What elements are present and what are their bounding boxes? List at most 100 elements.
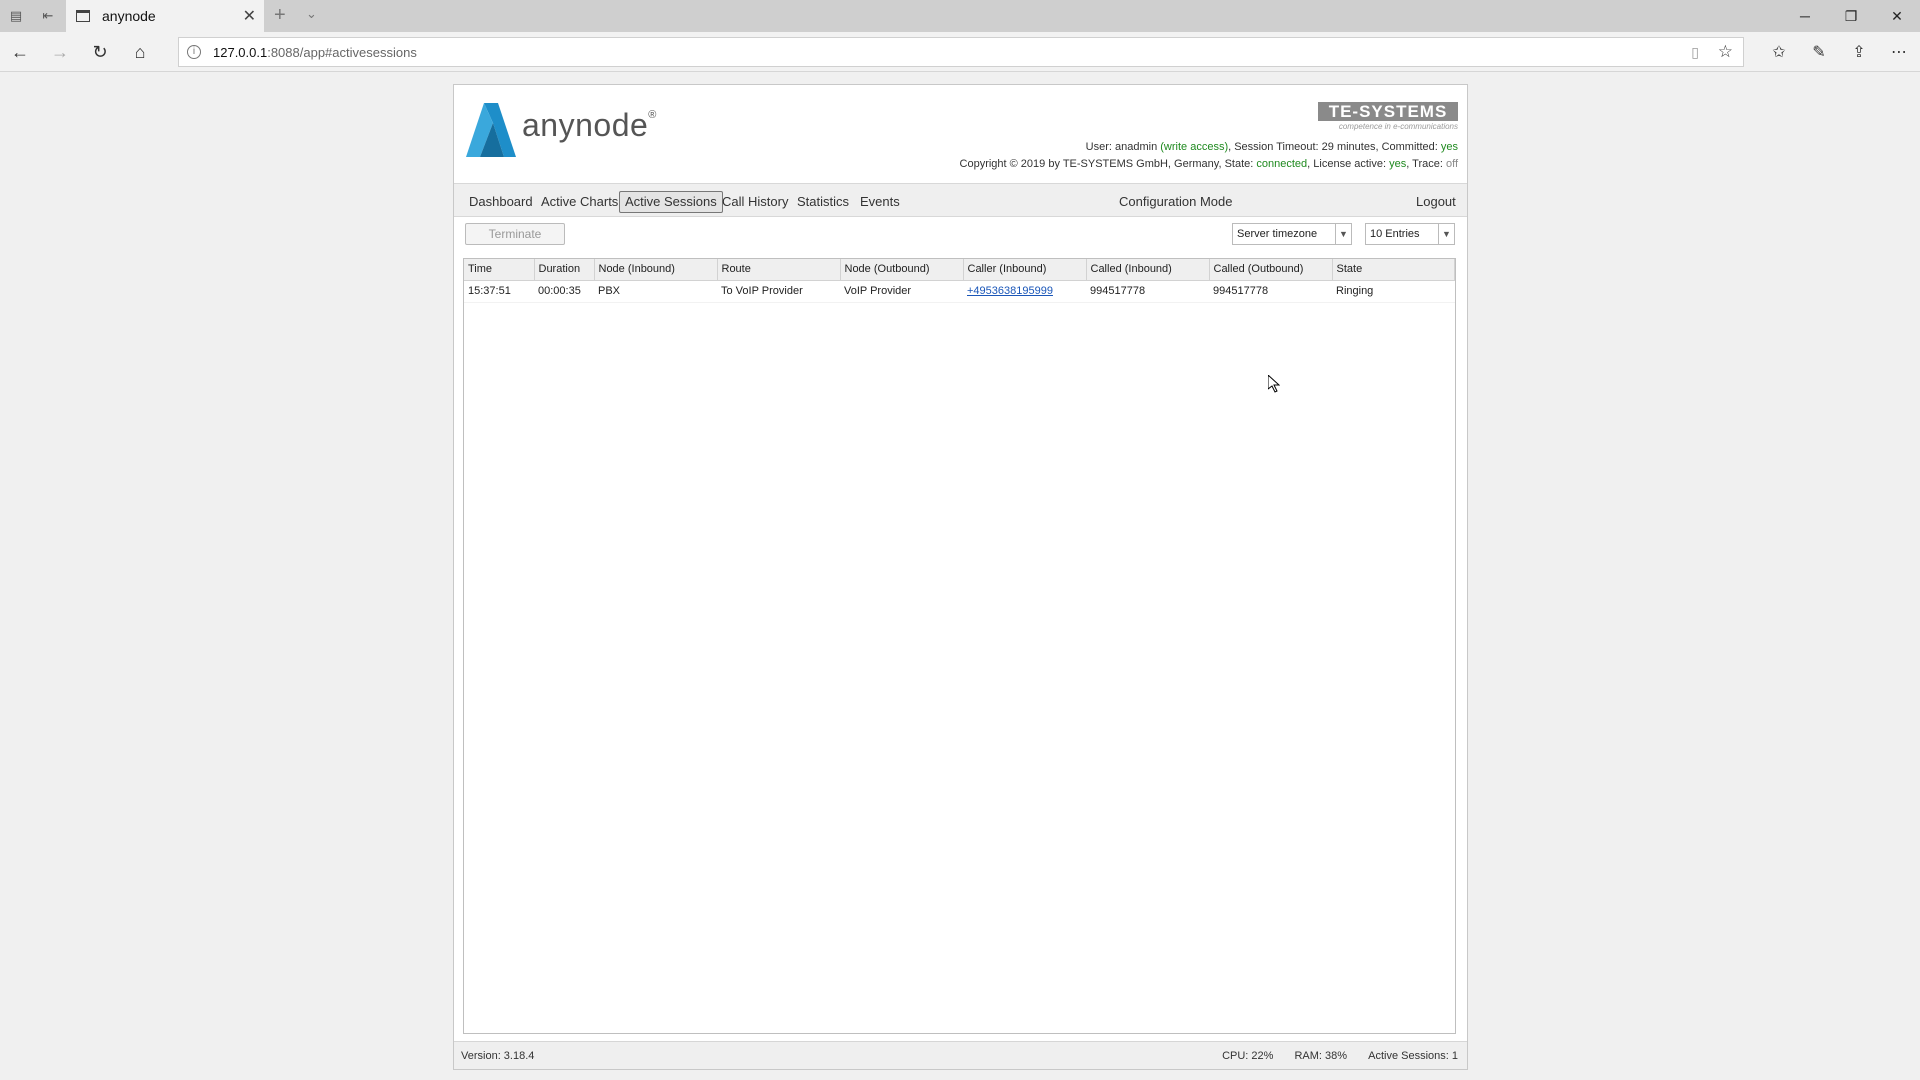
menu-configuration-mode[interactable]: Configuration Mode (1113, 191, 1238, 213)
menu-active-charts[interactable]: Active Charts (535, 191, 624, 213)
column-header[interactable]: Time (464, 259, 535, 281)
cell-time: 15:37:51 (464, 280, 534, 303)
menu-logout[interactable]: Logout (1410, 191, 1462, 213)
state-label: , State: (1218, 158, 1257, 170)
url-text: 127.0.0.1:8088/app#activesessions (213, 45, 417, 60)
cell-node-outbound: VoIP Provider (840, 280, 963, 303)
forward-icon[interactable]: → (48, 40, 72, 64)
chevron-down-icon[interactable]: ⌄ (306, 6, 317, 22)
close-tab-icon[interactable]: ✕ (243, 6, 256, 26)
tab-title: anynode (102, 8, 156, 24)
timezone-value: Server timezone (1237, 228, 1318, 240)
trace-label: , Trace: (1406, 158, 1446, 170)
active-sessions-count: Active Sessions: 1 (1368, 1050, 1458, 1062)
tab-set-aside-icon[interactable]: ▤ (6, 6, 26, 26)
entries-value: 10 Entries (1370, 228, 1420, 240)
menu-call-history[interactable]: Call History (716, 191, 794, 213)
table-row[interactable]: 15:37:51 00:00:35 PBX To VoIP Provider V… (464, 280, 1455, 303)
session-timeout: 29 minutes (1321, 141, 1376, 153)
resource-stats: CPU: 22% RAM: 38% Active Sessions: 1 (1204, 1050, 1458, 1062)
timeout-label: , Session Timeout: (1228, 141, 1322, 153)
browser-tab[interactable]: anynode ✕ (66, 0, 264, 32)
entries-select[interactable]: 10 Entries ▼ (1365, 223, 1455, 245)
favorites-icon[interactable]: ✩ (1766, 40, 1792, 64)
license-label: , License active: (1307, 158, 1390, 170)
column-header[interactable]: Caller (Inbound) (963, 259, 1087, 281)
brand-name: anynode® (522, 107, 657, 144)
caller-link[interactable]: +4953638195999 (967, 285, 1053, 297)
cell-caller-inbound: +4953638195999 (963, 280, 1086, 303)
menu-dashboard[interactable]: Dashboard (463, 191, 539, 213)
cell-duration: 00:00:35 (534, 280, 594, 303)
column-header[interactable]: State (1332, 259, 1455, 281)
menu-statistics[interactable]: Statistics (791, 191, 855, 213)
company-tagline: competence in e-communications (1338, 122, 1458, 131)
brand-mark: ® (648, 109, 657, 121)
column-header[interactable]: Node (Inbound) (594, 259, 718, 281)
more-icon[interactable]: ⋯ (1886, 40, 1912, 64)
cell-called-outbound: 994517778 (1209, 280, 1332, 303)
favorite-star-icon[interactable]: ☆ (1718, 42, 1733, 62)
browser-nav-bar: ← → ↻ ⌂ i 127.0.0.1:8088/app#activesessi… (0, 32, 1920, 72)
restore-icon[interactable]: ❐ (1828, 0, 1874, 32)
committed-value: yes (1440, 141, 1458, 153)
active-sessions-table: Time Duration Node (Inbound) Route Node … (464, 259, 1455, 303)
app-header: anynode® TE-SYSTEMS competence in e-comm… (454, 85, 1467, 183)
session-status-line: User: anadmin (write access), Session Ti… (1086, 141, 1458, 153)
share-icon[interactable]: ⇪ (1846, 40, 1872, 64)
tabs-aside-icon[interactable]: ⇤ (38, 6, 58, 26)
version-label: Version: 3.18.4 (461, 1050, 535, 1062)
chevron-down-icon: ▼ (1438, 224, 1454, 244)
table-header-row: Time Duration Node (Inbound) Route Node … (464, 259, 1455, 281)
connection-state: connected (1256, 158, 1308, 170)
sessions-toolbar: Terminate Server timezone ▼ 10 Entries ▼ (454, 217, 1467, 253)
browser-tab-bar: ▤ ⇤ anynode ✕ + ⌄ ─ ❐ ✕ (0, 0, 1920, 32)
minimize-icon[interactable]: ─ (1782, 0, 1828, 32)
menu-active-sessions[interactable]: Active Sessions (619, 191, 723, 213)
pen-icon[interactable]: ✎ (1806, 40, 1832, 64)
access-level: (write access) (1160, 141, 1229, 153)
anynode-logo-icon (466, 103, 516, 157)
cell-called-inbound: 994517778 (1086, 280, 1209, 303)
refresh-icon[interactable]: ↻ (88, 40, 112, 64)
new-tab-icon[interactable]: + (274, 4, 286, 27)
url-host: 127.0.0.1 (213, 45, 268, 60)
company-name: TE-SYSTEMS (1318, 102, 1458, 121)
copyright: Copyright © 2019 by TE-SYSTEMS GmbH, Ger… (959, 158, 1219, 170)
anynode-app: anynode® TE-SYSTEMS competence in e-comm… (453, 84, 1468, 1070)
brand-text: anynode (522, 107, 649, 143)
page-viewport: anynode® TE-SYSTEMS competence in e-comm… (0, 73, 1920, 1080)
cell-node-inbound: PBX (594, 280, 717, 303)
sessions-table-container: Time Duration Node (Inbound) Route Node … (463, 258, 1456, 1034)
address-bar[interactable]: i 127.0.0.1:8088/app#activesessions ▯ ☆ (178, 37, 1744, 67)
column-header[interactable]: Called (Outbound) (1209, 259, 1333, 281)
terminate-button[interactable]: Terminate (465, 223, 565, 245)
url-path: :8088/app#activesessions (267, 45, 417, 60)
back-icon[interactable]: ← (8, 40, 32, 64)
mouse-cursor-icon (1268, 375, 1280, 393)
cpu-usage: CPU: 22% (1222, 1050, 1274, 1062)
reading-view-icon[interactable]: ▯ (1691, 44, 1699, 61)
menu-events[interactable]: Events (854, 191, 906, 213)
user-name: anadmin (1115, 141, 1158, 153)
column-header[interactable]: Route (717, 259, 841, 281)
te-systems-logo: TE-SYSTEMS competence in e-communication… (1318, 102, 1458, 132)
close-window-icon[interactable]: ✕ (1874, 0, 1920, 32)
committed-label: , Committed: (1375, 141, 1441, 153)
home-icon[interactable]: ⌂ (128, 40, 152, 64)
trace-value: off (1445, 158, 1458, 170)
license-value: yes (1389, 158, 1407, 170)
cell-state: Ringing (1332, 280, 1455, 303)
info-icon[interactable]: i (187, 45, 201, 59)
user-label: User: (1085, 141, 1115, 153)
system-status-line: Copyright © 2019 by TE-SYSTEMS GmbH, Ger… (960, 158, 1458, 170)
ram-usage: RAM: 38% (1294, 1050, 1348, 1062)
cell-route: To VoIP Provider (717, 280, 840, 303)
column-header[interactable]: Duration (534, 259, 595, 281)
column-header[interactable]: Called (Inbound) (1086, 259, 1210, 281)
page-icon (76, 10, 90, 22)
status-footer: Version: 3.18.4 CPU: 22% RAM: 38% Active… (454, 1041, 1467, 1069)
timezone-select[interactable]: Server timezone ▼ (1232, 223, 1352, 245)
column-header[interactable]: Node (Outbound) (840, 259, 964, 281)
main-menu: Dashboard Active Charts Active Sessions … (454, 183, 1467, 217)
